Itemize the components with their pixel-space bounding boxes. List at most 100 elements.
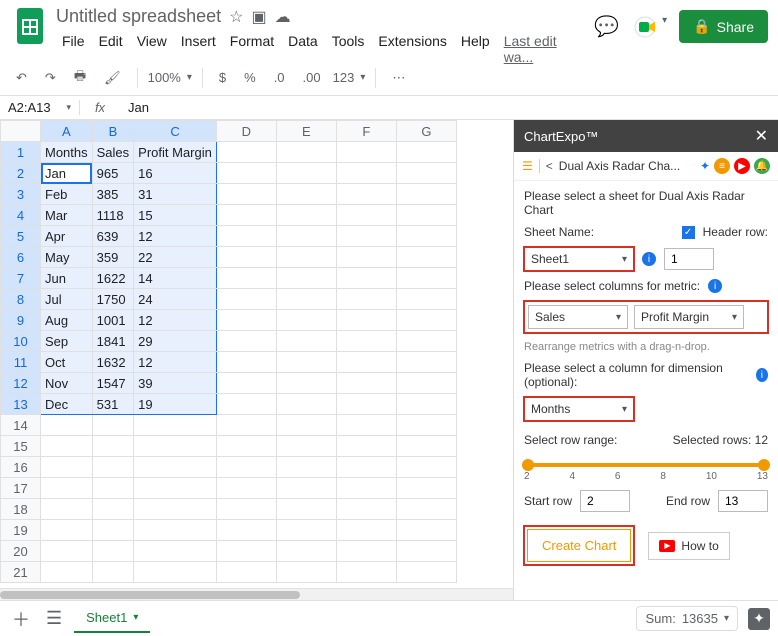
percent-icon[interactable]: %: [238, 66, 262, 89]
cell[interactable]: [216, 142, 276, 163]
cell[interactable]: May: [41, 247, 93, 268]
start-row-input[interactable]: [580, 490, 630, 512]
cell[interactable]: [336, 331, 396, 352]
sheet-select[interactable]: Sheet1▾: [524, 247, 634, 271]
cell[interactable]: [216, 373, 276, 394]
cell[interactable]: [336, 184, 396, 205]
cell[interactable]: 16: [134, 163, 217, 184]
cell[interactable]: Jul: [41, 289, 93, 310]
row-header[interactable]: 8: [1, 289, 41, 310]
cell[interactable]: [216, 415, 276, 436]
cell[interactable]: [396, 268, 456, 289]
cell[interactable]: 39: [134, 373, 217, 394]
cell[interactable]: 1622: [92, 268, 134, 289]
cell[interactable]: [396, 562, 456, 583]
cell[interactable]: [216, 163, 276, 184]
info-icon[interactable]: i: [708, 279, 722, 293]
cell[interactable]: Mar: [41, 205, 93, 226]
cell[interactable]: 1750: [92, 289, 134, 310]
meet-icon[interactable]: ▾: [631, 15, 667, 39]
cell[interactable]: [276, 142, 336, 163]
cell[interactable]: [276, 394, 336, 415]
cell[interactable]: [216, 499, 276, 520]
cell[interactable]: [336, 226, 396, 247]
cell[interactable]: [134, 520, 217, 541]
cell[interactable]: [396, 520, 456, 541]
info-icon[interactable]: i: [642, 252, 656, 266]
cell[interactable]: 639: [92, 226, 134, 247]
doc-title[interactable]: Untitled spreadsheet: [56, 6, 221, 27]
cell[interactable]: 531: [92, 394, 134, 415]
howto-button[interactable]: ▶ How to: [648, 532, 729, 560]
cell[interactable]: 15: [134, 205, 217, 226]
cell[interactable]: [276, 499, 336, 520]
cell[interactable]: [336, 289, 396, 310]
cell[interactable]: 12: [134, 352, 217, 373]
cell[interactable]: [336, 520, 396, 541]
cell[interactable]: [41, 457, 93, 478]
col-header-D[interactable]: D: [216, 121, 276, 142]
cell[interactable]: 1841: [92, 331, 134, 352]
cell[interactable]: [216, 541, 276, 562]
all-sheets-icon[interactable]: ☰: [42, 604, 66, 633]
cell[interactable]: [336, 163, 396, 184]
row-header[interactable]: 14: [1, 415, 41, 436]
cell[interactable]: Oct: [41, 352, 93, 373]
col-header-A[interactable]: A: [41, 121, 93, 142]
cell[interactable]: [276, 373, 336, 394]
cell[interactable]: 31: [134, 184, 217, 205]
cell[interactable]: 19: [134, 394, 217, 415]
share-button[interactable]: 🔒 Share: [679, 10, 768, 43]
cell[interactable]: [276, 562, 336, 583]
cell[interactable]: [396, 373, 456, 394]
db-icon[interactable]: ≡: [714, 158, 730, 174]
horizontal-scrollbar[interactable]: [0, 588, 513, 600]
cell[interactable]: [216, 205, 276, 226]
cell[interactable]: [216, 310, 276, 331]
cell[interactable]: [216, 394, 276, 415]
cell[interactable]: 1547: [92, 373, 134, 394]
cell[interactable]: Aug: [41, 310, 93, 331]
col-header-F[interactable]: F: [336, 121, 396, 142]
cell[interactable]: [92, 541, 134, 562]
cell[interactable]: [134, 478, 217, 499]
cell[interactable]: [276, 226, 336, 247]
close-icon[interactable]: ✕: [755, 126, 768, 146]
col-header-G[interactable]: G: [396, 121, 456, 142]
cell[interactable]: Jan: [41, 163, 93, 184]
cell[interactable]: [134, 436, 217, 457]
sheet-tab[interactable]: Sheet1▾: [74, 604, 150, 633]
cell[interactable]: [396, 394, 456, 415]
cell[interactable]: [336, 205, 396, 226]
cell[interactable]: [396, 457, 456, 478]
star-icon[interactable]: ☆: [229, 7, 243, 27]
row-header[interactable]: 21: [1, 562, 41, 583]
cell[interactable]: [92, 436, 134, 457]
cell[interactable]: [336, 562, 396, 583]
cell[interactable]: [276, 184, 336, 205]
cell[interactable]: [396, 310, 456, 331]
increase-decimal-icon[interactable]: .00: [297, 66, 327, 89]
cell[interactable]: [41, 478, 93, 499]
cell[interactable]: 12: [134, 226, 217, 247]
cell[interactable]: [216, 331, 276, 352]
row-header[interactable]: 15: [1, 436, 41, 457]
row-header[interactable]: 17: [1, 478, 41, 499]
spreadsheet-grid[interactable]: ABCDEFG 1MonthsSalesProfit Margin2Jan965…: [0, 120, 457, 583]
cell[interactable]: [216, 520, 276, 541]
cell[interactable]: [276, 205, 336, 226]
cell[interactable]: [216, 247, 276, 268]
cloud-icon[interactable]: ☁: [275, 7, 291, 27]
row-header[interactable]: 12: [1, 373, 41, 394]
formula-input[interactable]: Jan: [120, 100, 778, 115]
add-sheet-icon[interactable]: ＋: [8, 602, 34, 636]
cell[interactable]: [41, 436, 93, 457]
cell[interactable]: [41, 520, 93, 541]
number-format-select[interactable]: 123▾: [333, 70, 366, 85]
row-range-slider[interactable]: [526, 463, 766, 467]
row-header[interactable]: 6: [1, 247, 41, 268]
cell[interactable]: [276, 247, 336, 268]
cell[interactable]: [336, 436, 396, 457]
currency-icon[interactable]: $: [213, 66, 232, 89]
name-box[interactable]: A2:A13▾: [0, 100, 80, 115]
